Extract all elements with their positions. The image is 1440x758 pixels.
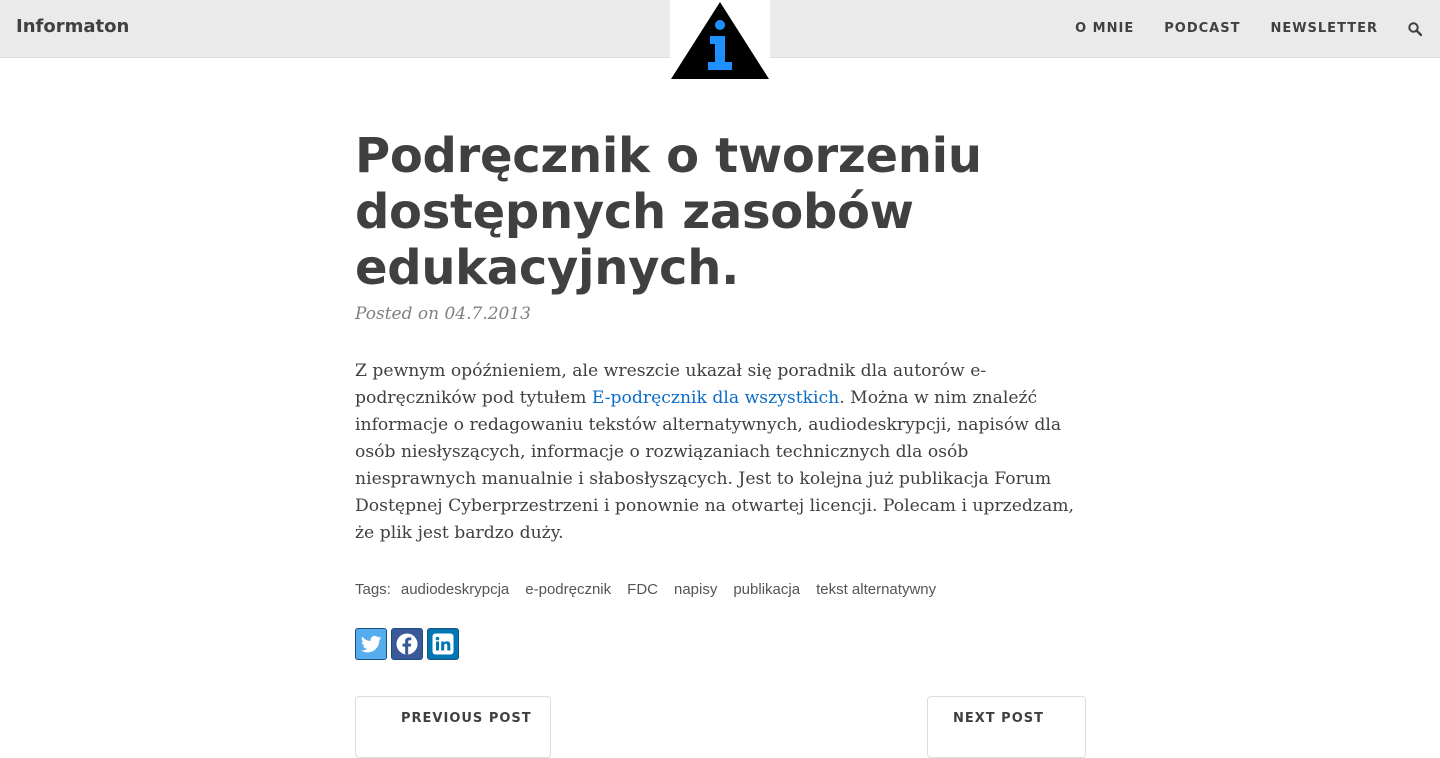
tag-link[interactable]: publikacja [733,581,800,598]
post-body: Z pewnym opóźnieniem, ale wreszcie ukaza… [355,358,1085,547]
main-nav: O MNIE PODCAST NEWSLETTER [1045,0,1440,57]
tag-link[interactable]: tekst alternatywny [816,581,936,598]
linkedin-icon [432,633,454,655]
share-linkedin-button[interactable] [427,628,459,660]
next-post-button[interactable]: NEXT POST [927,696,1086,758]
nav-o-mnie[interactable]: O MNIE [1075,21,1134,36]
next-post-label: NEXT POST [953,711,1044,726]
tag-link[interactable]: napisy [674,581,717,598]
tag-link[interactable]: FDC [627,581,658,598]
post-meta: Posted on 04.7.2013 [355,304,531,324]
twitter-icon [361,635,382,653]
site-logo[interactable] [670,0,770,80]
e-podrecznik-link[interactable]: E-podręcznik dla wszystkich [592,388,839,408]
nav-newsletter[interactable]: NEWSLETTER [1270,21,1378,36]
previous-post-label: PREVIOUS POST [401,711,532,726]
post-tags: Tags: audiodeskrypcja e-podręcznik FDC n… [355,581,1085,598]
tags-label: Tags: [355,581,391,598]
tag-link[interactable]: e-podręcznik [525,581,611,598]
previous-post-button[interactable]: PREVIOUS POST [355,696,551,758]
post-title: Podręcznik o tworzeniu dostępnych zasobó… [355,128,982,296]
post-content: Podręcznik o tworzeniu dostępnych zasobó… [355,128,1085,660]
share-twitter-button[interactable] [355,628,387,660]
search-icon[interactable] [1408,21,1422,36]
post-body-text-continued: . Można w nim znaleźć informacje o redag… [355,388,1074,543]
tag-link[interactable]: audiodeskrypcja [401,581,509,598]
info-triangle-logo-icon [671,2,769,79]
site-brand-link[interactable]: Informaton [16,16,129,37]
facebook-icon [396,633,418,655]
share-buttons [355,628,1085,660]
nav-podcast[interactable]: PODCAST [1164,21,1240,36]
share-facebook-button[interactable] [391,628,423,660]
